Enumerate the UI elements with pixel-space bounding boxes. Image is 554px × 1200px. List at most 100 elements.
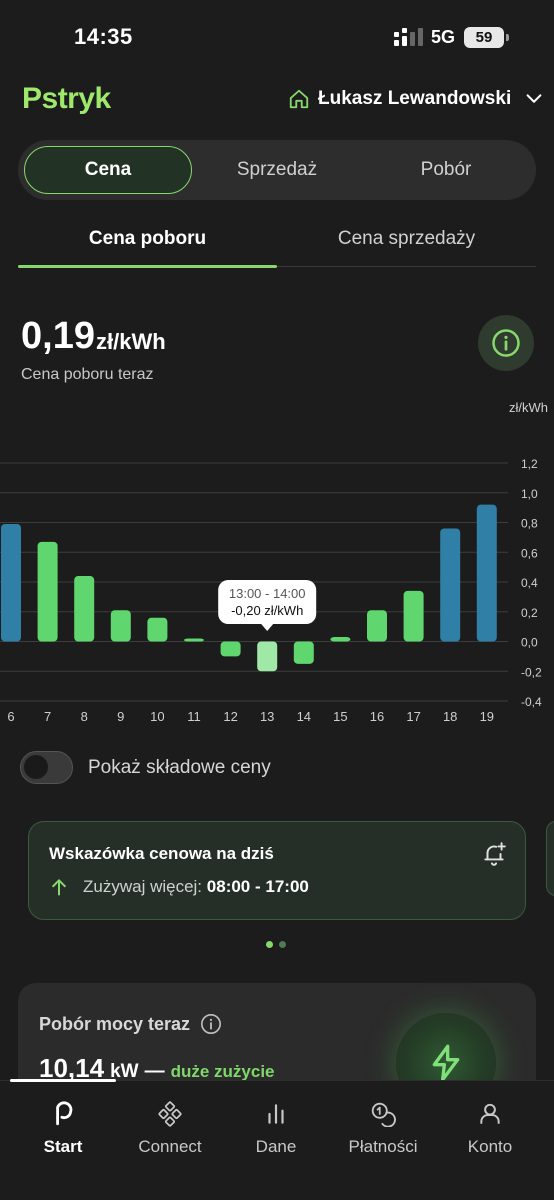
segment-pobor[interactable]: Pobór bbox=[362, 146, 530, 194]
nav-dane[interactable]: Dane bbox=[226, 1101, 326, 1157]
hint-hours: 08:00 - 17:00 bbox=[206, 877, 309, 896]
chart-y-axis-label: zł/kWh bbox=[509, 400, 548, 415]
active-tab-indicator bbox=[18, 265, 277, 268]
signal-icon bbox=[394, 28, 423, 46]
power-title-text: Pobór mocy teraz bbox=[39, 1013, 191, 1034]
current-price-unit: zł/kWh bbox=[96, 329, 166, 354]
chart-x-tick-label: 7 bbox=[44, 709, 51, 724]
home-icon bbox=[289, 89, 309, 109]
user-name: Łukasz Lewandowski bbox=[318, 88, 512, 109]
chart-bar-8[interactable] bbox=[74, 576, 95, 642]
chart-x-tick-label: 17 bbox=[406, 709, 420, 724]
nav-platnosci[interactable]: Płatności bbox=[333, 1101, 433, 1157]
chart-x-tick-label: 19 bbox=[480, 709, 494, 724]
chart-x-tick-label: 10 bbox=[150, 709, 164, 724]
status-time: 14:35 bbox=[74, 24, 133, 49]
chart-x-tick-label: 16 bbox=[370, 709, 384, 724]
current-price-value: 0,19 bbox=[21, 315, 95, 357]
chart-x-tick-label: 11 bbox=[187, 709, 201, 724]
nav-connect[interactable]: Connect bbox=[120, 1101, 220, 1157]
chart-y-tick-label: -0,4 bbox=[521, 695, 542, 709]
chart-tooltip-pointer bbox=[261, 624, 274, 631]
chart-bar-13[interactable] bbox=[257, 641, 278, 672]
pagination-dot bbox=[279, 941, 286, 948]
chart-y-tick-label: 0,4 bbox=[521, 576, 538, 590]
current-price-caption: Cena poboru teraz bbox=[21, 366, 154, 383]
nav-platnosci-label: Płatności bbox=[348, 1137, 418, 1156]
coins-icon bbox=[371, 1102, 396, 1127]
chart-bar-11[interactable] bbox=[184, 638, 204, 642]
chart-bar-14[interactable] bbox=[293, 641, 314, 664]
next-hint-card[interactable] bbox=[546, 821, 554, 896]
tab-cena-sprzedazy[interactable]: Cena sprzedaży bbox=[277, 228, 536, 268]
battery-indicator: 59 bbox=[464, 27, 509, 48]
lightning-bolt-icon bbox=[432, 1044, 460, 1082]
info-icon[interactable] bbox=[200, 1013, 222, 1035]
chart-bar-10[interactable] bbox=[147, 617, 168, 642]
nav-start[interactable]: Start bbox=[13, 1101, 113, 1157]
chart-y-tick-label: 1,0 bbox=[521, 487, 538, 501]
price-info-button[interactable] bbox=[478, 315, 534, 371]
show-price-components-label: Pokaż składowe ceny bbox=[88, 757, 271, 778]
carousel-pagination bbox=[266, 941, 286, 948]
chart-y-tick-label: -0,2 bbox=[521, 665, 542, 679]
person-icon bbox=[480, 1103, 500, 1124]
chart-bar-17[interactable] bbox=[403, 590, 424, 642]
chart-x-tick-label: 18 bbox=[443, 709, 457, 724]
chart-y-tick-label: 1,2 bbox=[521, 457, 538, 471]
tab-cena-poboru[interactable]: Cena poboru bbox=[18, 228, 277, 268]
chart-bar-16[interactable] bbox=[367, 610, 387, 642]
price-hint-card[interactable]: Wskazówka cenowa na dziś Zużywaj więcej:… bbox=[28, 821, 526, 920]
price-type-segments: Cena Sprzedaż Pobór bbox=[18, 140, 536, 200]
power-title: Pobór mocy teraz bbox=[39, 1013, 222, 1035]
chart-x-tick-label: 12 bbox=[223, 709, 237, 724]
bar-chart-icon bbox=[268, 1104, 284, 1124]
info-icon bbox=[492, 329, 520, 357]
nav-konto[interactable]: Konto bbox=[440, 1101, 540, 1157]
chart-bar-9[interactable] bbox=[110, 610, 131, 642]
hint-row: Zużywaj więcej: 08:00 - 17:00 bbox=[49, 877, 309, 897]
user-selector[interactable]: Łukasz Lewandowski bbox=[288, 86, 545, 112]
chart-y-tick-label: 0,6 bbox=[521, 546, 538, 560]
home-indicator bbox=[10, 1079, 116, 1082]
connect-icon bbox=[158, 1101, 182, 1127]
hint-text: Zużywaj więcej: 08:00 - 17:00 bbox=[83, 877, 309, 897]
nav-dane-label: Dane bbox=[255, 1137, 297, 1156]
segment-sprzedaz[interactable]: Sprzedaż bbox=[193, 146, 361, 194]
chart-bar-12[interactable] bbox=[220, 641, 241, 657]
chart-x-tick-label: 13 bbox=[260, 709, 274, 724]
tab-divider bbox=[277, 266, 536, 267]
bottom-navigation: Start Connect Dane Płatności Konto bbox=[0, 1080, 554, 1200]
chevron-down-icon bbox=[526, 94, 542, 103]
nav-konto-label: Konto bbox=[467, 1137, 513, 1156]
app-logo: Pstryk bbox=[22, 82, 111, 115]
chart-x-tick-label: 14 bbox=[297, 709, 311, 724]
pstryk-p-icon bbox=[56, 1101, 73, 1126]
chart-y-tick-label: 0,2 bbox=[521, 606, 538, 620]
chart-bar-7[interactable] bbox=[37, 541, 58, 642]
chart-y-tick-label: 0,8 bbox=[521, 517, 538, 531]
chart-x-tick-label: 15 bbox=[333, 709, 347, 724]
price-bar-chart: zł/kWh 1,2 1,0 0,8 0,6 0,4 0,2 0,0 -0,2 -0,4 6 7 8 9… bbox=[0, 400, 548, 724]
chart-bar-6[interactable] bbox=[1, 523, 21, 642]
arrow-up-icon bbox=[52, 879, 66, 896]
chart-x-tick-label: 6 bbox=[7, 709, 14, 724]
chart-bar-15[interactable] bbox=[330, 637, 351, 642]
network-type: 5G bbox=[431, 27, 456, 47]
chart-x-tick-label: 9 bbox=[117, 709, 124, 724]
nav-connect-label: Connect bbox=[138, 1137, 202, 1156]
segment-cena[interactable]: Cena bbox=[24, 146, 192, 194]
hint-label: Zużywaj więcej: bbox=[83, 877, 203, 896]
chart-y-tick-label: 0,0 bbox=[521, 636, 538, 650]
power-status: duże zużycie bbox=[170, 1062, 275, 1081]
chart-tooltip-time: 13:00 - 14:00 bbox=[229, 586, 306, 601]
chart-tooltip-value: -0,20 zł/kWh bbox=[231, 603, 303, 618]
hint-title: Wskazówka cenowa na dziś bbox=[49, 844, 274, 863]
chart-bar-19[interactable] bbox=[476, 504, 497, 642]
chart-bar-18[interactable] bbox=[440, 528, 461, 642]
show-price-components-toggle[interactable] bbox=[20, 751, 73, 784]
chart-x-tick-label: 8 bbox=[81, 709, 88, 724]
toggle-knob bbox=[24, 755, 48, 779]
nav-start-label: Start bbox=[43, 1137, 83, 1156]
bell-plus-icon[interactable] bbox=[481, 840, 507, 868]
